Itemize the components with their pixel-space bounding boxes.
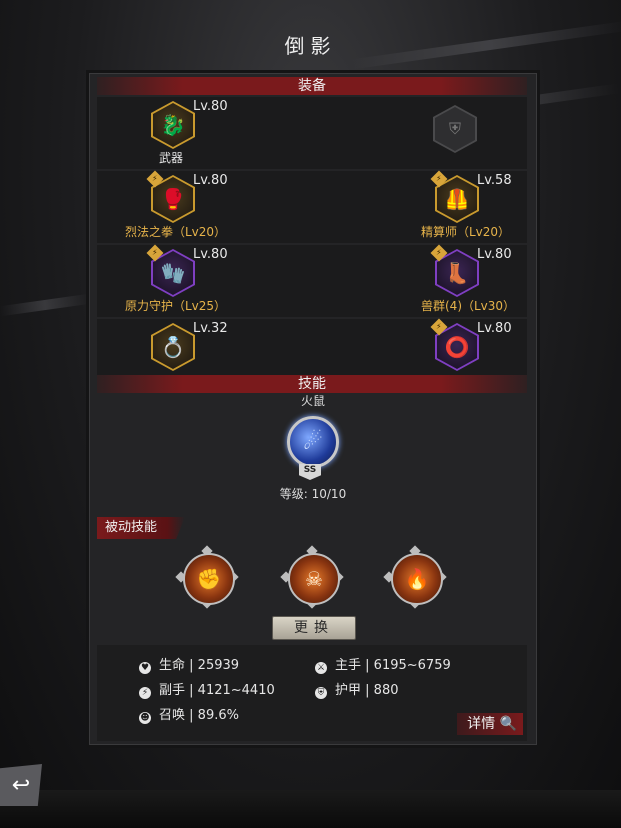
slot-name: 原力守护（Lv25） bbox=[125, 299, 227, 313]
skill-level-text: 等级: 10/10 bbox=[279, 487, 347, 501]
equipment-row: 🐉 Lv.80 武器 ⛨ bbox=[97, 97, 527, 169]
slash-icon: ⚡ bbox=[139, 687, 151, 699]
equipment-slot-empty[interactable]: ⛨ bbox=[421, 97, 561, 169]
passive-skill-3[interactable]: 🔥 bbox=[383, 545, 447, 609]
slot-level: Lv.32 bbox=[193, 321, 228, 336]
skull-flame-icon: ☠ bbox=[288, 553, 340, 605]
gauntlet-icon: 🥊 bbox=[153, 177, 193, 221]
equipment-slot-ring[interactable]: 💍 Lv.32 bbox=[137, 319, 277, 375]
equipment-row: 🧤 ⚡ Lv.80 原力守护（Lv25） 👢 ⚡ Lv.80 兽群(4)（Lv3… bbox=[97, 244, 527, 317]
fire-burst-icon: 🔥 bbox=[391, 553, 443, 605]
equipment-slot-weapon[interactable]: 🐉 Lv.80 武器 bbox=[137, 97, 277, 169]
skill-rank-badge: SS bbox=[299, 464, 321, 480]
equipment-slot-gauntlet[interactable]: 🥊 ⚡ Lv.80 烈法之拳（Lv20） bbox=[125, 170, 277, 243]
armor-icon: ⛨ bbox=[315, 687, 327, 699]
ring-icon: 💍 bbox=[153, 325, 193, 369]
change-skill-button[interactable]: 更换 bbox=[272, 616, 356, 640]
active-skill-name: 火鼠 bbox=[300, 394, 325, 408]
skills-header: 技能 bbox=[97, 375, 527, 393]
slot-name: 兽群(4)（Lv30） bbox=[421, 299, 516, 313]
summon-icon: ☻ bbox=[139, 712, 151, 724]
magnifier-icon: 🔍 bbox=[499, 716, 517, 732]
slot-level: Lv.80 bbox=[193, 99, 228, 114]
equipment-row: 🥊 ⚡ Lv.80 烈法之拳（Lv20） 🦺 ⚡ Lv.58 精算师（Lv20） bbox=[97, 170, 527, 243]
stat-off-hand: ⚡ 副手 | 4121~4410 bbox=[139, 679, 275, 699]
passive-skills-label: 被动技能 bbox=[97, 517, 185, 539]
equipment-slot-belt[interactable]: ⭕ ⚡ Lv.80 bbox=[397, 318, 537, 375]
heart-icon: ♥ bbox=[139, 662, 151, 674]
equipment-slot-glove[interactable]: 🧤 ⚡ Lv.80 原力守护（Lv25） bbox=[125, 244, 277, 317]
stat-summon: ☻ 召唤 | 89.6% bbox=[139, 708, 239, 724]
back-arrow-icon: ↩ bbox=[11, 772, 31, 798]
shield-fist-icon: ✊ bbox=[183, 553, 235, 605]
boots-icon: 👢 bbox=[437, 251, 477, 295]
slot-level: Lv.58 bbox=[477, 173, 512, 188]
equipment-slot-boots[interactable]: 👢 ⚡ Lv.80 兽群(4)（Lv30） bbox=[397, 244, 537, 317]
sword-icon: ⚔ bbox=[315, 662, 327, 674]
slot-level: Lv.80 bbox=[477, 321, 512, 336]
equipment-slot-chest[interactable]: 🦺 ⚡ Lv.58 精算师（Lv20） bbox=[397, 170, 537, 243]
dragon-icon: 🐉 bbox=[153, 103, 193, 147]
bottom-bar bbox=[0, 790, 621, 828]
slot-level: Lv.80 bbox=[193, 173, 228, 188]
slot-level: Lv.80 bbox=[193, 247, 228, 262]
slot-name: 烈法之拳（Lv20） bbox=[125, 225, 227, 239]
back-button[interactable]: ↩ bbox=[0, 764, 42, 806]
stat-armor: ⛨ 护甲 | 880 bbox=[315, 679, 399, 699]
details-button[interactable]: 详情 🔍 bbox=[457, 713, 523, 735]
equipment-row: 💍 Lv.32 ⭕ ⚡ Lv.80 bbox=[97, 318, 527, 375]
passive-skill-1[interactable]: ✊ bbox=[175, 545, 239, 609]
fire-rat-skill-icon[interactable]: ☄ bbox=[287, 416, 339, 468]
page-title: 倒影 bbox=[284, 34, 337, 58]
stat-main-hand: ⚔ 主手 | 6195~6759 bbox=[315, 658, 451, 674]
slot-name: 武器 bbox=[159, 151, 184, 165]
slot-name: 精算师（Lv20） bbox=[421, 225, 511, 239]
glove-icon: 🧤 bbox=[153, 251, 193, 295]
shield-icon: ⛨ bbox=[435, 107, 475, 151]
passive-skill-2[interactable]: ☠ bbox=[280, 545, 344, 609]
belt-icon: ⭕ bbox=[437, 325, 477, 369]
stat-hp: ♥ 生命 | 25939 bbox=[139, 658, 240, 674]
character-panel: 装备 🐉 Lv.80 武器 ⛨ 🥊 ⚡ Lv.80 烈法之拳（Lv20） 🦺 ⚡… bbox=[86, 70, 540, 748]
chest-armor-icon: 🦺 bbox=[437, 177, 477, 221]
slot-level: Lv.80 bbox=[477, 247, 512, 262]
equipment-header: 装备 bbox=[97, 77, 527, 95]
